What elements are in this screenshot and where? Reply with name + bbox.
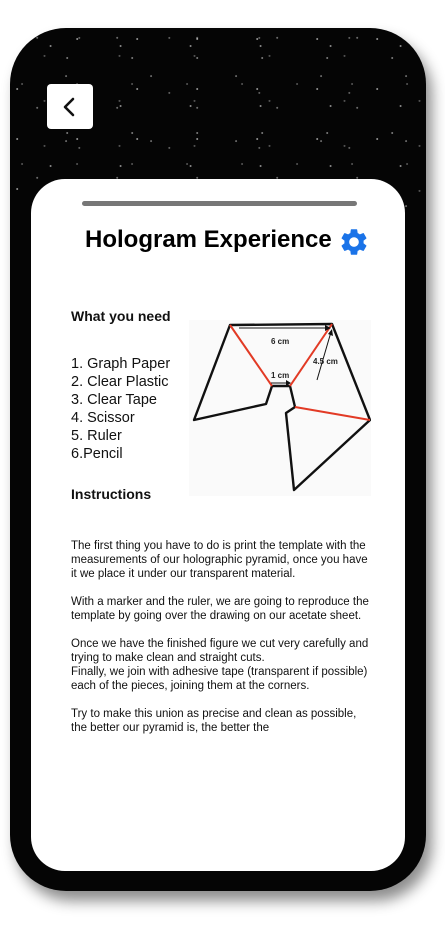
dimension-label: 4.5 cm <box>313 357 338 366</box>
list-item: 4. Scissor <box>71 410 135 426</box>
content-sheet: Hologram Experience What you need 1. Gra… <box>31 179 405 871</box>
instruction-paragraph: Try to make this union as precise and cl… <box>71 708 357 734</box>
list-item: 5. Ruler <box>71 428 122 444</box>
drag-handle[interactable] <box>82 201 357 206</box>
gear-icon[interactable] <box>338 226 370 258</box>
list-item: 2. Clear Plastic <box>71 374 169 390</box>
instructions-heading: Instructions <box>71 486 152 502</box>
dimension-label: 6 cm <box>271 337 289 346</box>
list-item: 1. Graph Paper <box>71 356 171 372</box>
instruction-paragraph: Finally, we join with adhesive tape (tra… <box>71 666 368 692</box>
materials-heading: What you need <box>71 308 171 324</box>
materials-list: 1. Graph Paper 2. Clear Plastic 3. Clear… <box>71 355 170 463</box>
chevron-left-icon <box>63 97 75 116</box>
list-item: 3. Clear Tape <box>71 392 157 408</box>
list-item: 6.Pencil <box>71 446 123 462</box>
instruction-paragraph: Once we have the finished figure we cut … <box>71 638 369 664</box>
back-button[interactable] <box>47 84 93 129</box>
dimension-label: 1 cm <box>271 371 289 380</box>
instruction-paragraph: With a marker and the ruler, we are goin… <box>71 596 369 622</box>
instructions-text: The first thing you have to do is print … <box>71 539 371 749</box>
instruction-paragraph: The first thing you have to do is print … <box>71 540 368 580</box>
phone-frame: Hologram Experience What you need 1. Gra… <box>10 28 426 891</box>
page-title: Hologram Experience <box>85 226 332 253</box>
pyramid-template-diagram: 6 cm 4.5 cm 1 cm <box>189 320 371 496</box>
